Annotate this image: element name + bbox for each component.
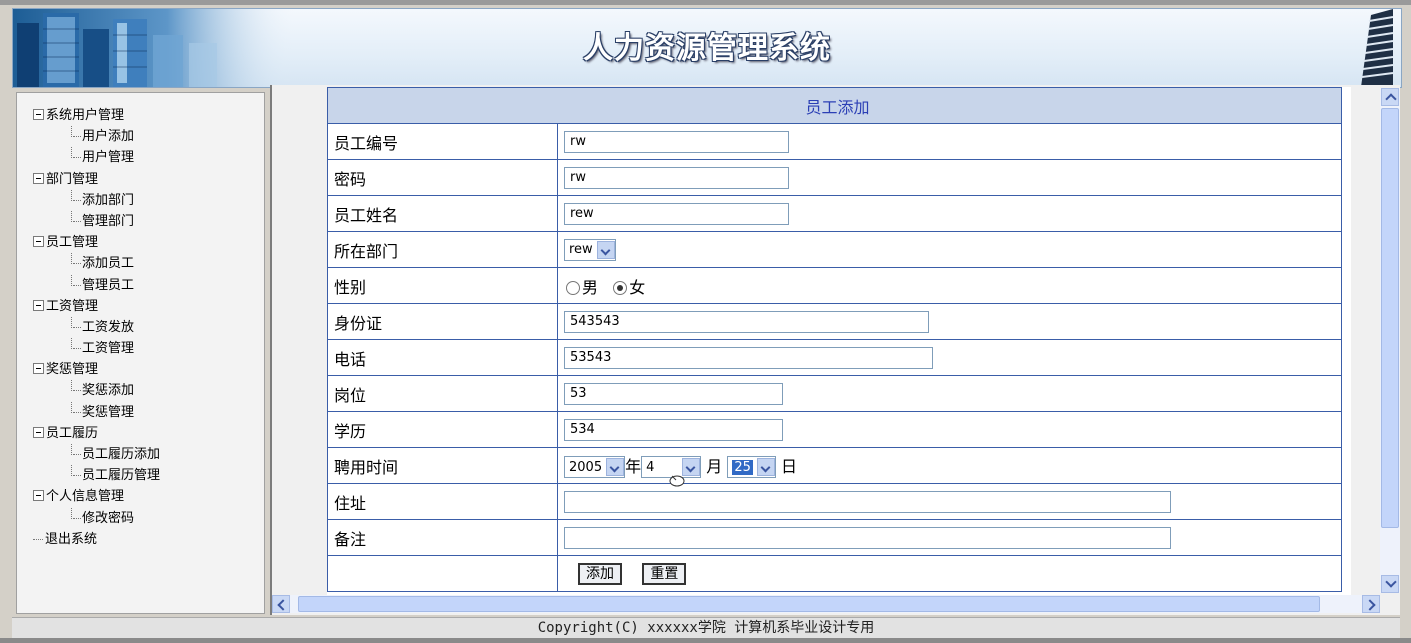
window-bottom-border [0,638,1411,643]
department-select[interactable]: rew [564,238,616,261]
collapse-icon[interactable] [33,299,44,311]
content-frame: 员工添加 员工编号 密码 员工姓名 所在部门 rew 性别 男 [270,85,1400,615]
tree-item-change-password[interactable]: 修改密码 [33,507,160,529]
vertical-scrollbar[interactable] [1380,88,1400,593]
gender-male-radio[interactable] [566,281,580,295]
chevron-down-icon[interactable] [606,458,625,477]
collapse-icon[interactable] [33,363,44,375]
gender-male-label: 男 [582,277,599,297]
tree-group-resume[interactable]: 员工履历 [33,423,160,444]
form-title: 员工添加 [327,87,1342,124]
horizontal-scrollbar[interactable] [272,595,1380,613]
employee-add-form: 员工添加 员工编号 密码 员工姓名 所在部门 rew 性别 男 [327,87,1351,595]
tree-item-resume-add[interactable]: 员工履历添加 [33,444,160,465]
tree-group-department[interactable]: 部门管理 [33,169,160,190]
tree-group-salary[interactable]: 工资管理 [33,296,160,317]
position-input[interactable] [564,382,783,405]
tree-item-salary-pay[interactable]: 工资发放 [33,316,160,338]
tree-item-user-add[interactable]: 用户添加 [33,126,160,147]
day-unit: 日 [780,456,797,476]
tree-item-reward-manage[interactable]: 奖惩管理 [33,401,160,423]
phone-input[interactable] [564,346,933,369]
tower-image [1361,9,1394,87]
education-label: 学历 [327,411,558,448]
nav-tree: 系统用户管理 用户添加 用户管理 部门管理 添加部门 管理部门 员工管理 添加员… [33,105,160,550]
tree-item-employee-manage[interactable]: 管理员工 [33,274,160,296]
password-label: 密码 [327,159,558,196]
tree-item-dept-manage[interactable]: 管理部门 [33,210,160,232]
chevron-down-icon[interactable] [596,240,615,259]
phone-label: 电话 [327,339,558,376]
department-label: 所在部门 [327,231,558,268]
year-unit: 年 [625,456,642,476]
month-unit: 月 [706,456,723,476]
hire-date-label: 聘用时间 [327,447,558,484]
employee-id-label: 员工编号 [327,123,558,160]
hire-day-select[interactable]: 25 [727,456,776,479]
add-button[interactable]: 添加 [578,562,622,585]
employee-id-input[interactable] [564,130,789,153]
chevron-down-icon[interactable] [756,458,775,477]
id-card-label: 身份证 [327,303,558,340]
tree-group-reward[interactable]: 奖惩管理 [33,359,160,380]
gender-female-label: 女 [629,277,646,297]
scroll-up-icon[interactable] [1381,88,1399,106]
name-input[interactable] [564,202,789,225]
window-top-border [0,0,1411,5]
education-input[interactable] [564,418,783,441]
tree-item-user-manage[interactable]: 用户管理 [33,147,160,168]
app-title: 人力资源管理系统 [583,31,831,66]
address-label: 住址 [327,483,558,520]
tree-item-salary-manage[interactable]: 工资管理 [33,338,160,359]
footer-copyright: Copyright(C) xxxxxx学院 计算机系毕业设计专用 [12,617,1400,640]
tree-group-employee[interactable]: 员工管理 [33,232,160,253]
vertical-scroll-thumb[interactable] [1381,108,1399,528]
reset-button[interactable]: 重置 [642,562,687,585]
remarks-input[interactable] [564,526,1171,549]
app-header: 人力资源管理系统 [12,8,1402,88]
collapse-icon[interactable] [33,426,44,438]
gender-label: 性别 [327,267,558,304]
hire-year-select[interactable]: 2005 [564,456,626,479]
collapse-icon[interactable] [33,236,44,248]
scroll-left-icon[interactable] [272,595,290,613]
address-input[interactable] [564,490,1171,513]
hand-cursor-icon [669,475,685,487]
nav-tree-panel: 系统用户管理 用户添加 用户管理 部门管理 添加部门 管理部门 员工管理 添加员… [16,92,265,614]
button-row-spacer [327,555,558,592]
collapse-icon[interactable] [33,490,44,502]
tree-item-logout[interactable]: 退出系统 [33,529,160,550]
scroll-down-icon[interactable] [1381,575,1399,593]
tree-group-system-users[interactable]: 系统用户管理 [33,105,160,126]
collapse-icon[interactable] [33,109,44,120]
tree-group-personal[interactable]: 个人信息管理 [33,486,160,507]
scroll-right-icon[interactable] [1362,595,1380,613]
gender-female-radio[interactable] [613,281,628,295]
horizontal-scroll-thumb[interactable] [298,596,1320,612]
position-label: 岗位 [327,375,558,412]
tree-item-reward-add[interactable]: 奖惩添加 [33,380,160,401]
collapse-icon[interactable] [33,172,44,184]
tree-item-employee-add[interactable]: 添加员工 [33,253,160,274]
remarks-label: 备注 [327,519,558,556]
id-card-input[interactable] [564,310,929,333]
name-label: 员工姓名 [327,195,558,232]
password-input[interactable] [564,166,789,189]
tree-item-dept-add[interactable]: 添加部门 [33,189,160,211]
tree-item-resume-manage[interactable]: 员工履历管理 [33,465,160,486]
